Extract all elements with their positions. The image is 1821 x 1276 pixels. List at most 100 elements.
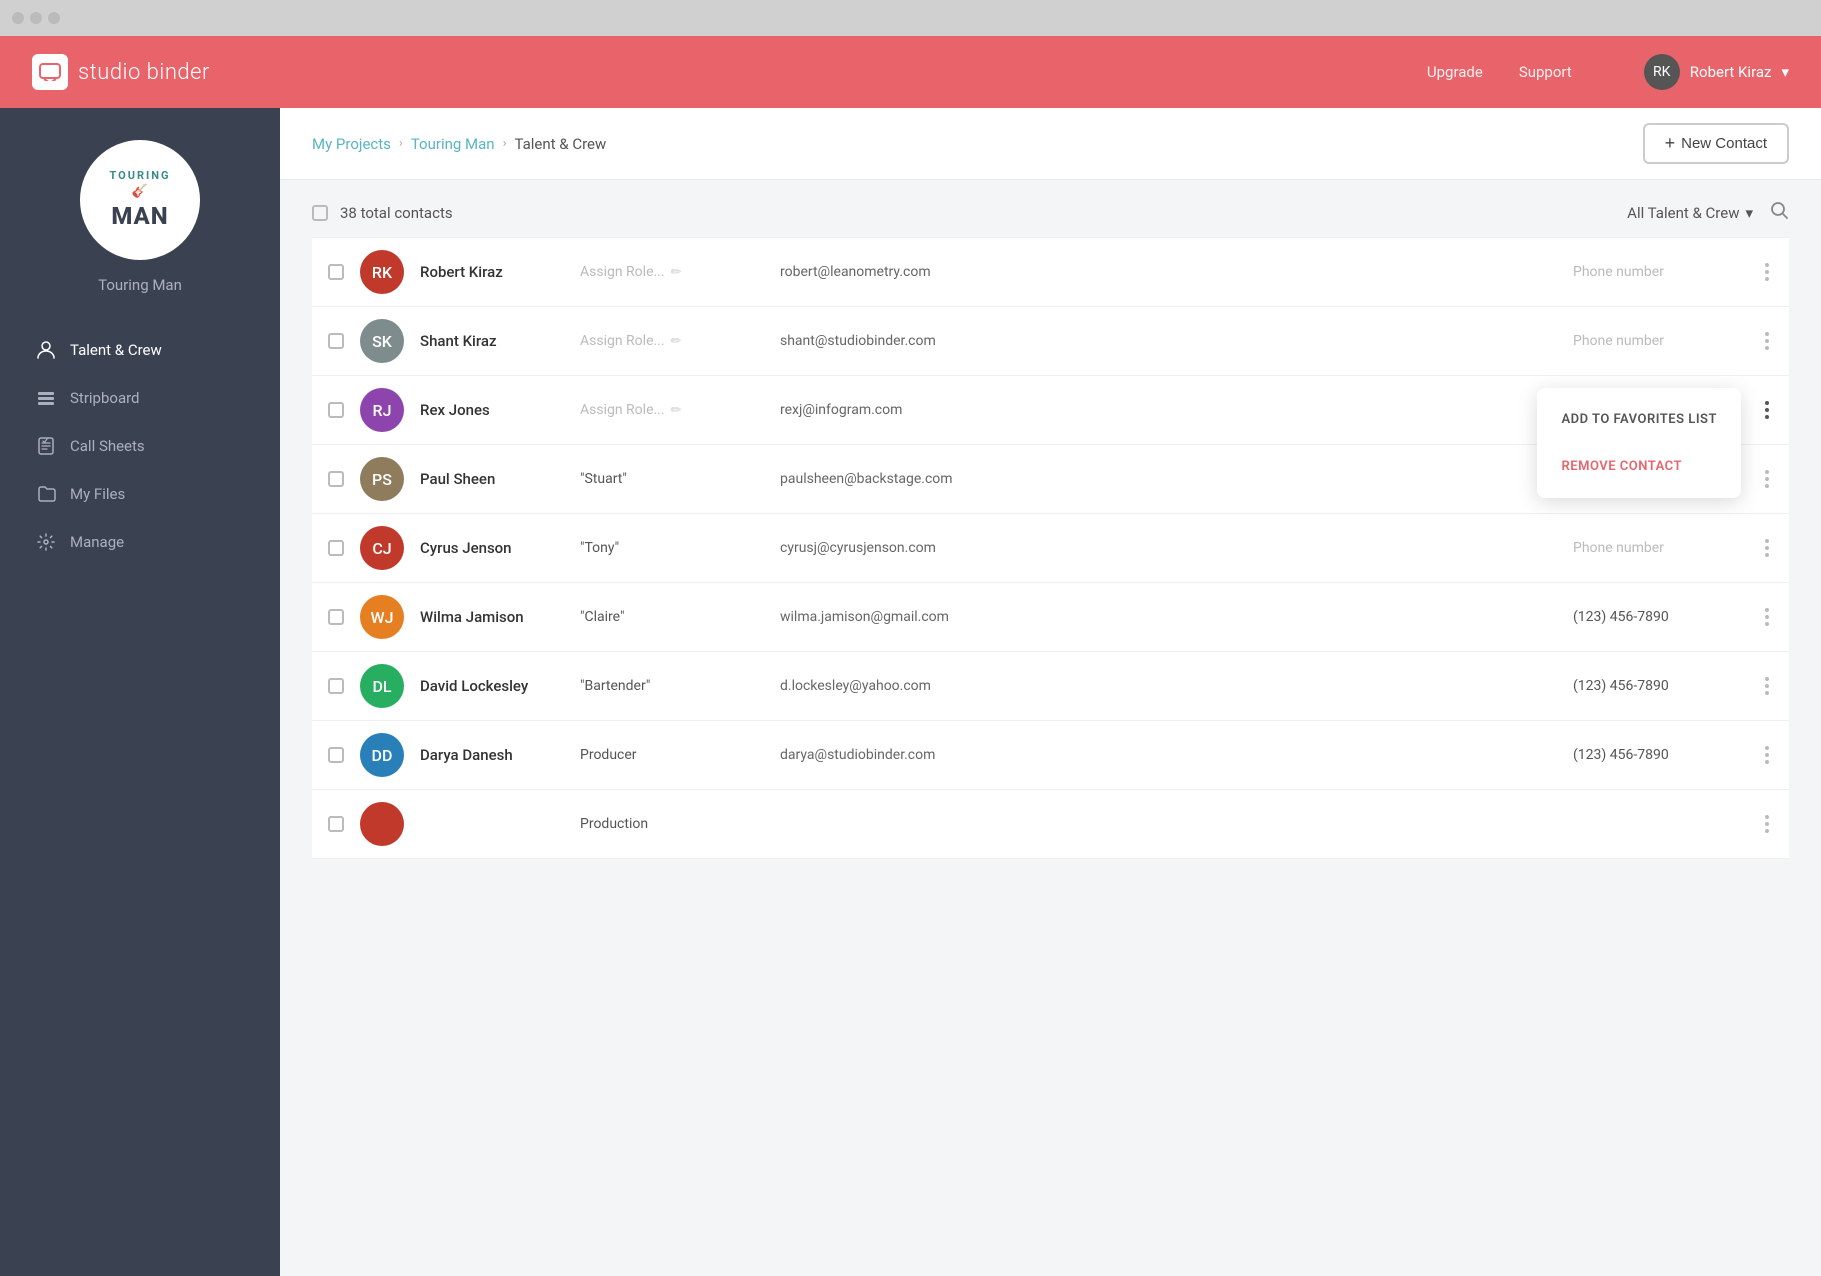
contact-phone: (123) 456-7890 [1573, 609, 1753, 625]
row-checkbox[interactable] [328, 540, 344, 556]
menu-dot-3 [1765, 691, 1769, 695]
contact-phone: Phone number [1573, 264, 1753, 280]
menu-dot-2 [1765, 408, 1769, 412]
menu-dot-1 [1765, 677, 1769, 681]
row-menu-button[interactable] [1753, 397, 1781, 423]
row-checkbox[interactable] [328, 609, 344, 625]
contact-name: Shant Kiraz [420, 332, 580, 350]
app-body: TOURING 🎸 MAN Touring Man Talent & Crew [0, 108, 1821, 1276]
row-checkbox[interactable] [328, 264, 344, 280]
breadcrumb-my-projects[interactable]: My Projects [312, 135, 391, 153]
titlebar-dot-3 [48, 12, 60, 24]
contacts-list: RK Robert Kiraz Assign Role...✏ robert@l… [312, 237, 1789, 859]
support-link[interactable]: Support [1519, 63, 1572, 81]
menu-dot-2 [1765, 270, 1769, 274]
contact-role: Assign Role...✏ [580, 264, 780, 280]
row-checkbox[interactable] [328, 747, 344, 763]
row-checkbox[interactable] [328, 678, 344, 694]
logo-line2: MAN [109, 202, 170, 231]
table-row: DL David Lockesley "Bartender" d.lockesl… [312, 652, 1789, 721]
row-menu-button[interactable] [1753, 742, 1781, 768]
contact-role: Producer [580, 747, 780, 763]
table-row: SK Shant Kiraz Assign Role...✏ shant@stu… [312, 307, 1789, 376]
edit-role-icon[interactable]: ✏ [671, 334, 682, 349]
new-contact-button[interactable]: + New Contact [1643, 123, 1789, 164]
sidebar-item-stripboard[interactable]: Stripboard [16, 374, 264, 422]
menu-dot-1 [1765, 746, 1769, 750]
row-menu-button[interactable] [1753, 673, 1781, 699]
search-button[interactable] [1769, 200, 1789, 225]
contact-name: Rex Jones [420, 401, 580, 419]
filter-dropdown[interactable]: All Talent & Crew ▾ [1627, 204, 1753, 222]
sidebar-label-my-files: My Files [70, 485, 125, 503]
user-menu[interactable]: RK Robert Kiraz ▾ [1644, 54, 1789, 90]
row-menu-button[interactable] [1753, 259, 1781, 285]
titlebar-dot-2 [30, 12, 42, 24]
row-checkbox[interactable] [328, 471, 344, 487]
contact-avatar: RJ [360, 388, 404, 432]
menu-dot-3 [1765, 760, 1769, 764]
row-menu-button[interactable] [1753, 811, 1781, 837]
row-checkbox[interactable] [328, 333, 344, 349]
edit-role-icon[interactable]: ✏ [671, 265, 682, 280]
contact-email: d.lockesley@yahoo.com [780, 678, 1573, 694]
menu-dot-2 [1765, 615, 1769, 619]
dropdown-chevron-icon: ▾ [1745, 204, 1753, 222]
filter-left: 38 total contacts [312, 204, 453, 222]
contact-email: shant@studiobinder.com [780, 333, 1573, 349]
menu-dot-2 [1765, 753, 1769, 757]
my-files-icon [36, 484, 56, 504]
logo-guitar-icon: 🎸 [109, 184, 170, 200]
title-bar [0, 0, 1821, 36]
sidebar-label-talent-crew: Talent & Crew [70, 341, 162, 359]
row-checkbox[interactable] [328, 402, 344, 418]
contacts-area: 38 total contacts All Talent & Crew ▾ [280, 180, 1821, 1276]
contact-role: Production [580, 816, 780, 832]
row-menu-button[interactable] [1753, 535, 1781, 561]
stripboard-icon [36, 388, 56, 408]
edit-role-icon[interactable]: ✏ [671, 403, 682, 418]
top-nav: studio binder Upgrade Support RK Robert … [0, 36, 1821, 108]
breadcrumb-sep-2: › [503, 136, 507, 151]
row-menu-button[interactable] [1753, 604, 1781, 630]
sidebar-item-my-files[interactable]: My Files [16, 470, 264, 518]
upgrade-link[interactable]: Upgrade [1427, 63, 1483, 81]
select-all-checkbox[interactable] [312, 205, 328, 221]
table-row: Production [312, 790, 1789, 859]
user-dropdown-icon: ▾ [1781, 63, 1789, 81]
menu-dot-3 [1765, 829, 1769, 833]
call-sheets-icon [36, 436, 56, 456]
sidebar-item-manage[interactable]: Manage [16, 518, 264, 566]
contact-phone: Phone number [1573, 540, 1753, 556]
menu-dot-1 [1765, 815, 1769, 819]
sidebar-item-talent-crew[interactable]: Talent & Crew [16, 326, 264, 374]
table-row: RJ Rex Jones Assign Role...✏ rexj@infogr… [312, 376, 1789, 445]
menu-dot-1 [1765, 332, 1769, 336]
contact-role: "Tony" [580, 540, 780, 556]
menu-dot-3 [1765, 622, 1769, 626]
menu-dot-1 [1765, 263, 1769, 267]
project-name: Touring Man [98, 276, 182, 294]
contact-email: robert@leanometry.com [780, 264, 1573, 280]
contact-name: Robert Kiraz [420, 263, 580, 281]
sidebar-item-call-sheets[interactable]: Call Sheets [16, 422, 264, 470]
logo-icon [32, 54, 68, 90]
row-menu-button[interactable] [1753, 466, 1781, 492]
remove-contact-item[interactable]: REMOVE CONTACT [1537, 443, 1741, 490]
add-to-favorites-item[interactable]: ADD TO FAVORITES LIST [1537, 396, 1741, 443]
breadcrumb: My Projects › Touring Man › Talent & Cre… [312, 135, 606, 153]
row-menu-button[interactable] [1753, 328, 1781, 354]
contact-role: "Stuart" [580, 471, 780, 487]
talent-crew-icon [36, 340, 56, 360]
breadcrumb-talent-crew: Talent & Crew [514, 135, 606, 153]
menu-dot-3 [1765, 346, 1769, 350]
filter-bar: 38 total contacts All Talent & Crew ▾ [312, 180, 1789, 237]
manage-icon [36, 532, 56, 552]
context-menu: ADD TO FAVORITES LIST REMOVE CONTACT [1537, 388, 1741, 498]
filter-label: All Talent & Crew [1627, 204, 1739, 222]
table-row: RK Robert Kiraz Assign Role...✏ robert@l… [312, 237, 1789, 307]
breadcrumb-touring-man[interactable]: Touring Man [411, 135, 495, 153]
row-checkbox[interactable] [328, 816, 344, 832]
contact-role: Assign Role...✏ [580, 402, 780, 418]
menu-dot-2 [1765, 684, 1769, 688]
